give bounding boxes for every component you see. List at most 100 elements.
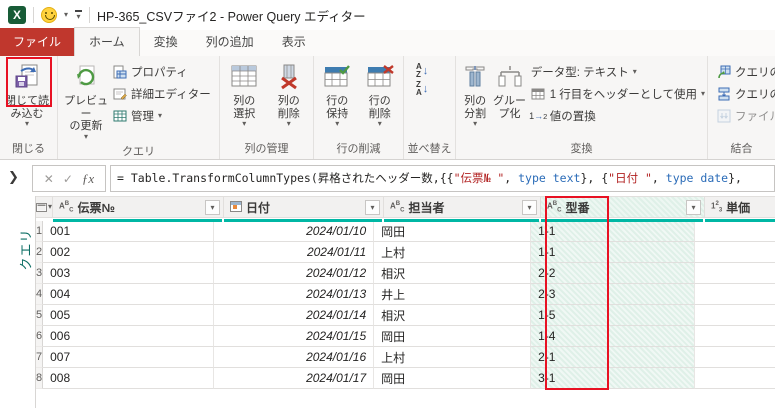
remove-columns-button[interactable]: 列の 削除 ▾	[267, 59, 312, 128]
cell[interactable]	[695, 284, 775, 305]
replace-values-icon: 1→2	[531, 109, 546, 124]
cell[interactable]	[695, 263, 775, 284]
combine-files-button[interactable]: ファイルの結合	[716, 105, 775, 127]
cell[interactable]: 003	[43, 263, 214, 284]
cell[interactable]: 008	[43, 368, 214, 389]
row-number[interactable]: 8	[36, 368, 43, 389]
cell[interactable]: 2024/01/15	[214, 326, 374, 347]
cell[interactable]: 001	[43, 221, 214, 242]
formula-buttons: ✕ ✓ ƒx	[32, 165, 106, 192]
replace-values-button[interactable]: 1→2 値の置換	[531, 105, 705, 127]
row-number[interactable]: 3	[36, 263, 43, 284]
use-first-row-button[interactable]: 1 行目をヘッダーとして使用 ▾	[531, 83, 705, 105]
cell[interactable]: 1-4	[531, 326, 695, 347]
column-header[interactable]: ABC型番▾	[541, 196, 705, 218]
close-and-load-label: 閉じて読 み込む	[5, 95, 49, 120]
commit-formula-icon[interactable]: ✓	[63, 172, 73, 186]
cell[interactable]: 2024/01/11	[214, 242, 374, 263]
filter-button[interactable]: ▾	[686, 200, 701, 215]
filter-button[interactable]: ▾	[205, 200, 220, 215]
split-column-button[interactable]: 列の 分割 ▾	[458, 59, 492, 128]
formula-token: type date	[666, 171, 728, 185]
cell[interactable]: 岡田	[374, 221, 531, 242]
choose-columns-button[interactable]: 列の 選択 ▾	[222, 59, 267, 128]
cell[interactable]: 2024/01/10	[214, 221, 374, 242]
row-number[interactable]: 1	[36, 221, 43, 242]
cell[interactable]: 2-2	[531, 263, 695, 284]
properties-button[interactable]: プロパティ	[112, 61, 211, 83]
cell[interactable]: 2024/01/14	[214, 305, 374, 326]
cell[interactable]: 上村	[374, 242, 531, 263]
tab-add-column[interactable]: 列の追加	[192, 28, 268, 56]
cell[interactable]	[695, 305, 775, 326]
refresh-preview-button[interactable]: プレビュー の更新 ▾	[60, 59, 112, 141]
smiley-dropdown-caret-icon[interactable]: ▾	[64, 11, 68, 19]
cell[interactable]: 1-5	[531, 305, 695, 326]
column-header[interactable]: 日付▾	[224, 196, 384, 218]
table-corner-menu[interactable]: ▾	[36, 196, 53, 218]
row-number[interactable]: 4	[36, 284, 43, 305]
close-and-load-button[interactable]: 閉じて読 み込む ▾	[2, 59, 52, 128]
cell[interactable]: 007	[43, 347, 214, 368]
manage-button[interactable]: 管理 ▾	[112, 105, 211, 127]
cell[interactable]: 006	[43, 326, 214, 347]
cell[interactable]: 002	[43, 242, 214, 263]
append-queries-button[interactable]: クエリの追加	[716, 83, 775, 105]
expand-queries-pane-chevron-icon[interactable]: ❯	[8, 169, 19, 185]
cell[interactable]: 相沢	[374, 305, 531, 326]
cell[interactable]: 2-3	[531, 284, 695, 305]
tab-view[interactable]: 表示	[268, 28, 320, 56]
filter-button[interactable]: ▾	[522, 200, 537, 215]
row-number[interactable]: 7	[36, 347, 43, 368]
sort-ascending-button[interactable]: AZ ↓	[416, 63, 428, 79]
row-number[interactable]: 5	[36, 305, 43, 326]
cell[interactable]: 3-1	[531, 368, 695, 389]
cell[interactable]: 井上	[374, 284, 531, 305]
cell[interactable]: 上村	[374, 347, 531, 368]
cancel-formula-icon[interactable]: ✕	[44, 172, 54, 186]
dropdown-caret-icon: ▾	[158, 112, 162, 120]
group-by-button[interactable]: グルー プ化	[492, 59, 526, 120]
row-number[interactable]: 2	[36, 242, 43, 263]
cell[interactable]: 岡田	[374, 326, 531, 347]
cell[interactable]	[695, 326, 775, 347]
merge-queries-button[interactable]: クエリのマージ	[716, 61, 775, 83]
column-header[interactable]: 123単価▾	[705, 196, 775, 218]
cell[interactable]: 1-1	[531, 242, 695, 263]
sort-descending-button[interactable]: ZA ↓	[416, 81, 428, 97]
remove-rows-button[interactable]: 行の 削除 ▾	[359, 59, 402, 128]
cell[interactable]: 2024/01/16	[214, 347, 374, 368]
cell[interactable]: 1-1	[531, 221, 695, 242]
column-header[interactable]: ABC担当者▾	[384, 196, 541, 218]
group-label-reduce-rows: 行の削減	[316, 138, 401, 159]
cell[interactable]: 2024/01/17	[214, 368, 374, 389]
filter-button[interactable]: ▾	[365, 200, 380, 215]
data-type-button[interactable]: データ型: テキスト ▾	[531, 61, 705, 83]
feedback-smiley-icon[interactable]	[41, 7, 57, 23]
row-number[interactable]: 6	[36, 326, 43, 347]
customize-toolbar-icon[interactable]: ▾	[75, 10, 82, 21]
cell[interactable]	[695, 242, 775, 263]
tab-file[interactable]: ファイル	[0, 28, 74, 56]
cell[interactable]: 岡田	[374, 368, 531, 389]
formula-input[interactable]: = Table.TransformColumnTypes(昇格されたヘッダー数,…	[110, 165, 775, 192]
cell[interactable]	[695, 368, 775, 389]
tab-transform[interactable]: 変換	[140, 28, 192, 56]
table-row: 40042024/01/13井上2-3	[36, 284, 775, 305]
combine-small-buttons: クエリのマージ クエリの追加 ファイルの結合	[710, 59, 775, 127]
cell[interactable]	[695, 221, 775, 242]
cell[interactable]: 005	[43, 305, 214, 326]
column-header[interactable]: ABC伝票№▾	[53, 196, 224, 218]
cell[interactable]: 2024/01/13	[214, 284, 374, 305]
advanced-editor-button[interactable]: 詳細エディター	[112, 83, 211, 105]
group-label-sort: 並べ替え	[406, 138, 453, 159]
keep-rows-button[interactable]: 行の 保持 ▾	[316, 59, 359, 128]
cell[interactable]: 2024/01/12	[214, 263, 374, 284]
cell[interactable]	[695, 347, 775, 368]
fx-icon[interactable]: ƒx	[82, 171, 94, 187]
cell[interactable]: 相沢	[374, 263, 531, 284]
cell[interactable]: 004	[43, 284, 214, 305]
queries-pane-collapsed[interactable]: クエリ	[0, 196, 36, 408]
cell[interactable]: 2-1	[531, 347, 695, 368]
tab-home[interactable]: ホーム	[74, 27, 140, 56]
